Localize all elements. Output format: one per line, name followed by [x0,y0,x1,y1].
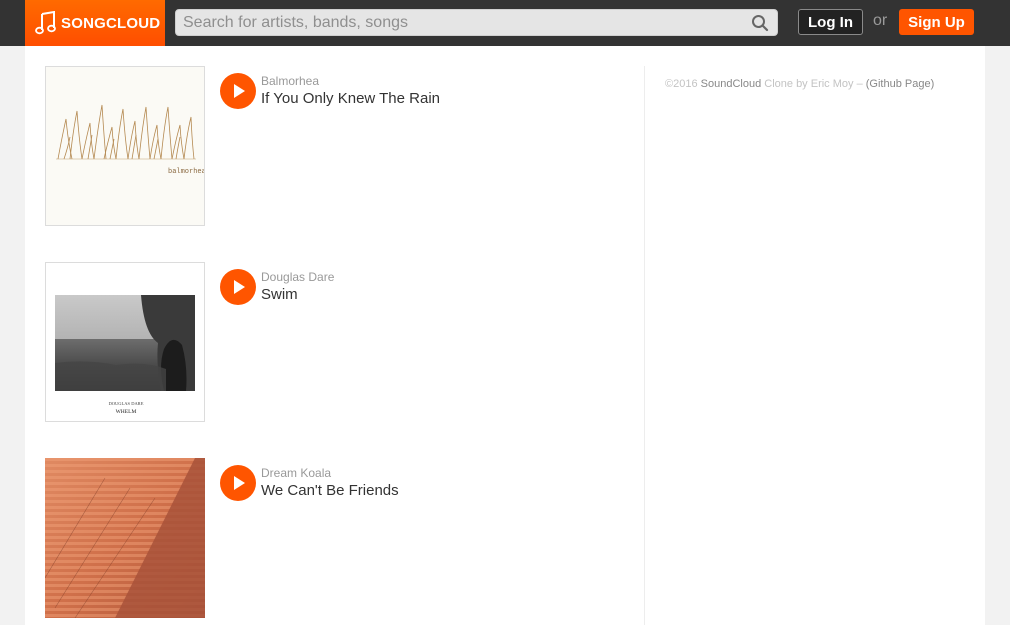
track-item: Dream Koala We Can't Be Friends [45,458,625,618]
track-title[interactable]: If You Only Knew The Rain [261,90,440,107]
brand-text: SoundCloud [700,78,762,90]
play-icon [234,280,245,294]
track-item: DOUGLAS DARE WHELM Douglas Dare Swim [45,262,625,422]
credit-text: Clone by Eric Moy – [764,78,863,90]
track-artist[interactable]: Douglas Dare [261,270,334,284]
main-content: balmorhea Balmorhea If You Only Knew The… [25,46,985,625]
login-button[interactable]: Log In [798,9,863,35]
track-artist[interactable]: Dream Koala [261,466,331,480]
play-button[interactable] [220,73,256,109]
album-art-image: DOUGLAS DARE WHELM [55,295,195,415]
search-input[interactable] [176,10,746,35]
play-button[interactable] [220,465,256,501]
github-link[interactable]: (Github Page) [866,78,934,90]
album-art-image: balmorhea [56,104,205,176]
music-note-icon [35,11,56,35]
search-bar [175,9,778,36]
logo-text: SONGCLOUD [61,14,161,32]
album-art[interactable] [45,458,205,618]
album-art-caption: balmorhea [168,168,205,176]
track-title[interactable]: Swim [261,286,298,303]
album-art-artist-caption: DOUGLAS DARE [109,401,144,406]
album-art-title-caption: WHELM [116,409,137,415]
top-nav-bar: SONGCLOUD Log In or Sign Up [0,0,1010,46]
footer-credits: ©2016 SoundCloud Clone by Eric Moy – (Gi… [665,78,934,90]
album-art-image [45,458,205,618]
album-art[interactable]: balmorhea [45,66,205,226]
column-divider [644,66,645,625]
album-art[interactable]: DOUGLAS DARE WHELM [45,262,205,422]
play-button[interactable] [220,269,256,305]
play-icon [234,84,245,98]
copyright-text: ©2016 [665,78,698,90]
logo[interactable]: SONGCLOUD [25,0,165,46]
search-icon[interactable] [751,14,769,32]
signup-button[interactable]: Sign Up [899,9,974,35]
track-artist[interactable]: Balmorhea [261,74,319,88]
play-icon [234,476,245,490]
or-separator: or [873,12,888,29]
track-item: balmorhea Balmorhea If You Only Knew The… [45,66,625,226]
track-title[interactable]: We Can't Be Friends [261,482,399,499]
